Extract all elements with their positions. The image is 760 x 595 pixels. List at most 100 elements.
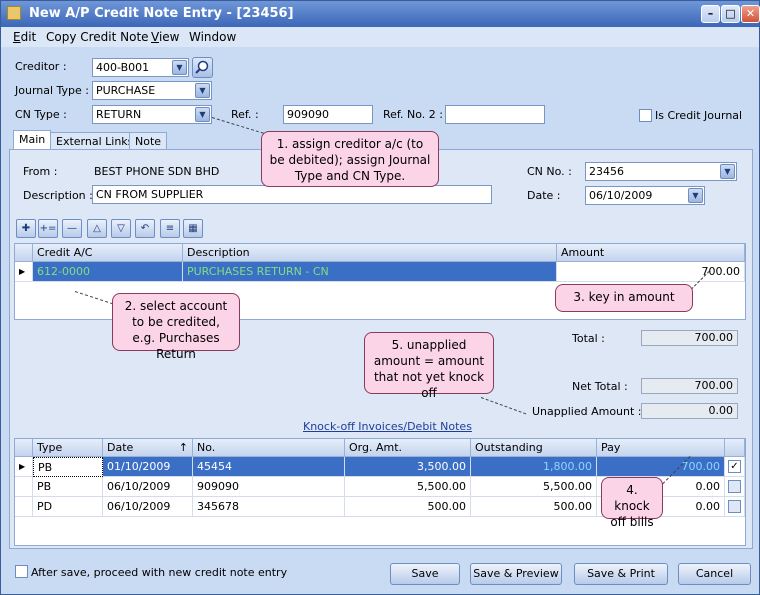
from-value: BEST PHONE SDN BHD [94,165,220,178]
total-value: 700.00 [641,330,738,346]
col-description[interactable]: Description [183,244,557,262]
col-amount[interactable]: Amount [557,244,745,262]
checkbox[interactable] [728,480,741,493]
knockoff-row-type[interactable]: PD [33,497,103,517]
knockoff-row-no[interactable]: 345678 [193,497,345,517]
knockoff-row-org[interactable]: 500.00 [345,497,471,517]
date-input[interactable]: 06/10/2009 ▼ [585,186,705,205]
unapplied-label: Unapplied Amount : [532,405,642,418]
app-icon [7,6,21,20]
checkbox[interactable] [728,500,741,513]
knockoff-row-no[interactable]: 909090 [193,477,345,497]
creditor-dropdown[interactable]: 400-B001 ▼ [92,58,189,77]
knockoff-row-outstanding[interactable]: 5,500.00 [471,477,597,497]
col-org-amt[interactable]: Org. Amt. [345,439,471,457]
list-icon[interactable]: ≡ [160,219,180,238]
menu-view[interactable]: View [151,30,179,44]
chevron-down-icon[interactable]: ▼ [195,107,210,122]
detail-row-account[interactable]: 612-0000 [33,262,183,282]
knockoff-row-org[interactable]: 5,500.00 [345,477,471,497]
search-icon [195,60,209,74]
journal-type-value: PURCHASE [96,84,156,97]
knockoff-row-outstanding[interactable]: 500.00 [471,497,597,517]
chevron-down-icon[interactable]: ▼ [195,83,210,98]
row-pointer-icon: ▶ [15,457,33,477]
col-date[interactable]: Date ↑ [103,439,193,457]
detail-row-description[interactable]: PURCHASES RETURN - CN [183,262,557,282]
knockoff-row-type[interactable]: PB [33,477,103,497]
row-pointer-icon: ▶ [15,262,33,282]
date-label: Date : [527,189,561,202]
move-down-icon[interactable]: ▽ [111,219,131,238]
delete-row-icon[interactable]: — [62,219,82,238]
col-type[interactable]: Type [33,439,103,457]
knockoff-row-outstanding[interactable]: 1,800.00 [471,457,597,477]
row-indicator [15,477,33,497]
ref2-input[interactable] [445,105,545,124]
knockoff-row-no[interactable]: 45454 [193,457,345,477]
move-up-icon[interactable]: △ [87,219,107,238]
menu-window[interactable]: Window [189,30,236,44]
knockoff-row-select[interactable] [725,477,745,497]
close-button[interactable]: ✕ [741,5,760,23]
tab-main[interactable]: Main [13,130,52,151]
credit-journal-checkbox[interactable] [639,109,652,122]
net-total-value: 700.00 [641,378,738,394]
total-label: Total : [572,332,605,345]
date-value: 06/10/2009 [589,189,653,202]
row-indicator-header [15,439,33,457]
knockoff-row-date[interactable]: 06/10/2009 [103,497,193,517]
knockoff-row-date[interactable]: 01/10/2009 [103,457,193,477]
knockoff-row-date[interactable]: 06/10/2009 [103,477,193,497]
description-label: Description : [23,189,93,202]
unapplied-value: 0.00 [641,403,738,419]
chevron-down-icon[interactable]: ▼ [688,188,703,203]
insert-row-icon[interactable]: += [38,219,58,238]
cn-no-input[interactable]: 23456 ▼ [585,162,737,181]
creditor-search-button[interactable] [192,57,213,78]
check-icon[interactable]: ✓ [728,460,741,473]
knockoff-row-select[interactable] [725,497,745,517]
menu-edit[interactable]: Edit [13,30,36,44]
cn-type-dropdown[interactable]: RETURN ▼ [92,105,212,124]
journal-type-label: Journal Type : [15,84,90,97]
minimize-button[interactable]: – [701,5,720,23]
knockoff-row-org[interactable]: 3,500.00 [345,457,471,477]
menu-copy-credit-note[interactable]: Copy Credit Note [46,30,149,44]
callout-note-1: 1. assign creditor a/c (to be debited); … [261,131,439,187]
col-outstanding[interactable]: Outstanding [471,439,597,457]
chevron-down-icon[interactable]: ▼ [720,164,735,179]
callout-note-2: 2. select account to be credited, e.g. P… [112,293,240,361]
knockoff-row-select[interactable]: ✓ [725,457,745,477]
cancel-button[interactable]: Cancel [678,563,751,585]
save-print-button[interactable]: Save & Print [574,563,668,585]
creditor-label: Creditor : [15,60,67,73]
undo-icon[interactable]: ↶ [135,219,155,238]
cn-no-label: CN No. : [527,165,572,178]
col-credit-ac[interactable]: Credit A/C [33,244,183,262]
window-title: New A/P Credit Note Entry - [23456] [29,6,294,21]
knockoff-title-link[interactable]: Knock-off Invoices/Debit Notes [303,420,472,433]
description-input[interactable]: CN FROM SUPPLIER [92,185,492,204]
proceed-new-label: After save, proceed with new credit note… [31,566,288,579]
row-indicator-header [15,244,33,262]
ref-input[interactable]: 909090 [283,105,373,124]
knockoff-row-pay[interactable]: 700.00 [597,457,725,477]
detail-row-amount[interactable]: 700.00 [557,262,745,282]
knockoff-row-type[interactable]: PB [33,457,103,477]
col-pay[interactable]: Pay [597,439,725,457]
col-no[interactable]: No. [193,439,345,457]
callout-note-5: 5. unapplied amount = amount that not ye… [364,332,494,400]
save-button[interactable]: Save [390,563,460,585]
from-label: From : [23,165,58,178]
journal-type-dropdown[interactable]: PURCHASE ▼ [92,81,212,100]
add-row-icon[interactable]: ✚ [16,219,36,238]
col-date-label: Date [107,441,134,454]
creditor-value: 400-B001 [96,61,150,74]
proceed-new-checkbox[interactable] [15,565,28,578]
chevron-down-icon[interactable]: ▼ [172,60,187,75]
maximize-button[interactable]: □ [721,5,740,23]
save-preview-button[interactable]: Save & Preview [470,563,562,585]
detail-icon[interactable]: ▦ [183,219,203,238]
credit-journal-label: Is Credit Journal [655,109,743,122]
